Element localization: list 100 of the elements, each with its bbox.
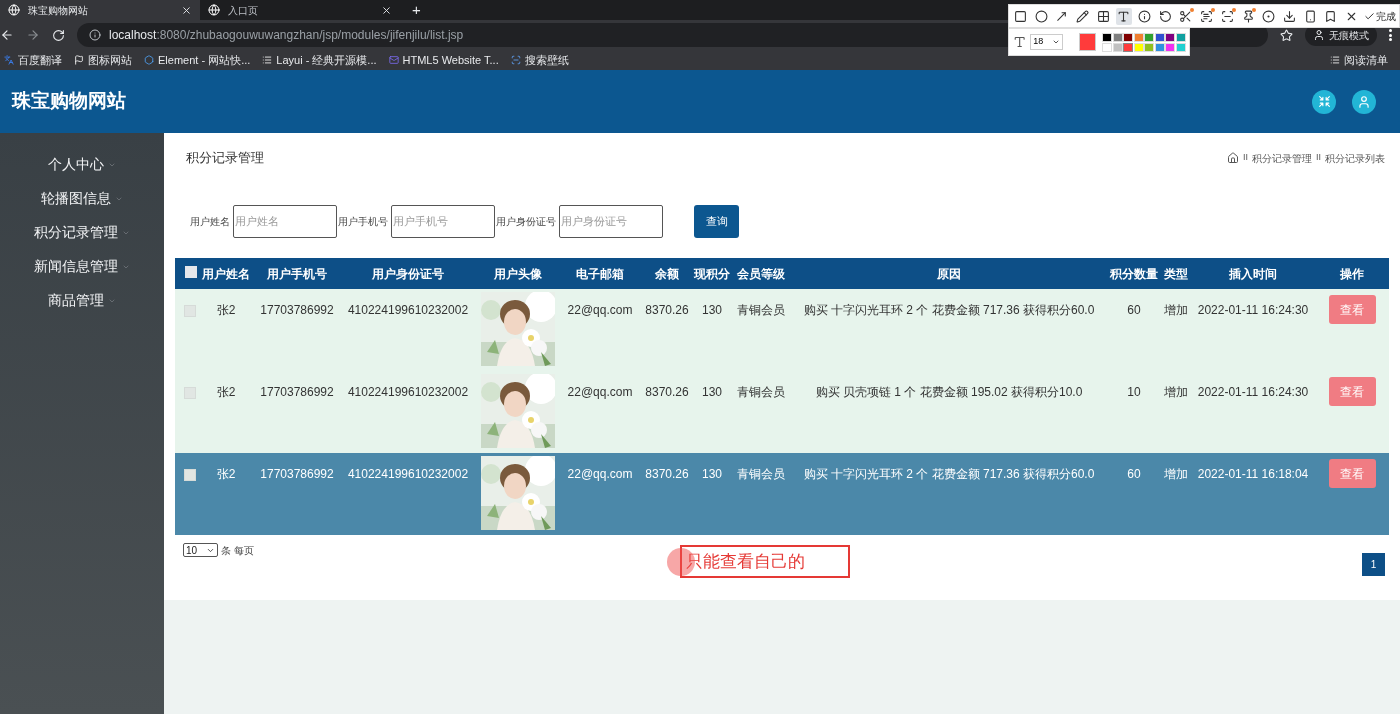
- breadcrumb-link[interactable]: 积分记录管理: [1252, 150, 1312, 166]
- table-cell: 130: [702, 467, 722, 481]
- list-icon: [262, 55, 273, 65]
- page-size-label: 条 每页: [221, 544, 254, 558]
- flag-icon: [74, 55, 84, 65]
- scissors-icon[interactable]: [1177, 7, 1195, 25]
- close-icon[interactable]: [181, 4, 192, 16]
- table-cell: 22@qq.com: [567, 467, 633, 481]
- search-field[interactable]: 用户手机号: [391, 204, 495, 238]
- column-header: 用户头像: [477, 258, 559, 289]
- hexagon-icon: [144, 55, 154, 65]
- table-row[interactable]: 张2 17703786992 410224199610232002 22@qq.com 8370.26 130 青铜会员 购买 贝壳项链 1 个 花费金额 195.02 获得积分10.0 10 增加 2022-01-11 16:24:30 查看: [175, 371, 1389, 453]
- table-cell: 2022-01-11 16:24:30: [1197, 385, 1309, 399]
- table-cell: 青铜会员: [737, 303, 785, 317]
- bookmark-link[interactable]: 图标网站: [88, 51, 132, 69]
- breadcrumb-link[interactable]: 积分记录列表: [1325, 150, 1385, 166]
- check-icon: [1363, 10, 1375, 22]
- globe-icon: [208, 4, 220, 16]
- column-header: 用户姓名: [197, 258, 255, 289]
- translate-icon: [4, 55, 14, 65]
- table-cell: 17703786992: [260, 467, 334, 481]
- table-cell: 10: [1127, 385, 1141, 399]
- table-cell: 410224199610232002: [347, 467, 469, 481]
- page-size-select[interactable]: 10: [183, 543, 218, 557]
- table-cell: 8370.26: [645, 467, 689, 481]
- circle-icon[interactable]: [1032, 7, 1050, 25]
- scan-icon[interactable]: [1219, 7, 1236, 25]
- page-button[interactable]: 1: [1362, 553, 1385, 576]
- tab-title: 入口页: [228, 3, 259, 18]
- table-cell: 60: [1127, 467, 1141, 481]
- list-icon: [1330, 55, 1340, 65]
- annotation-text: 只能查看自己的: [686, 550, 805, 573]
- table-cell: 17703786992: [260, 303, 334, 317]
- bookmark-link[interactable]: Layui - 经典开源模...: [276, 51, 377, 69]
- table-cell: 青铜会员: [737, 467, 785, 481]
- search-button[interactable]: 查询: [694, 204, 739, 238]
- bookmark-link[interactable]: HTML5 Website T...: [402, 51, 499, 69]
- table-row[interactable]: 张2 17703786992 410224199610232002 22@qq.com 8370.26 130 青铜会员 购买 十字闪光耳环 2 个 花费金额 717.36 获得积分60.0 60 增加 2022-01-11 16:18:04 查看: [175, 453, 1389, 535]
- column-header: 积分数量: [1107, 258, 1161, 289]
- pencil-icon[interactable]: [1074, 7, 1091, 25]
- close-icon[interactable]: [381, 4, 392, 16]
- expand-button[interactable]: [1312, 89, 1336, 114]
- color-swatch[interactable]: [1123, 42, 1134, 52]
- current-color-swatch[interactable]: [1078, 33, 1097, 51]
- forward-icon[interactable]: [26, 28, 40, 42]
- new-tab-button[interactable]: +: [400, 0, 433, 20]
- column-header: 余额: [641, 258, 693, 289]
- column-header: 插入时间: [1191, 258, 1315, 289]
- table-cell: 青铜会员: [737, 385, 785, 399]
- checkbox[interactable]: [184, 305, 196, 317]
- column-header: 用户手机号: [255, 258, 339, 289]
- field-label: 用户手机号: [338, 214, 388, 229]
- globe-icon: [8, 4, 20, 16]
- sidebar-item[interactable]: 轮播图信息: [0, 189, 164, 208]
- sidebar-item[interactable]: 商品管理: [0, 291, 164, 310]
- table-cell: 8370.26: [645, 385, 689, 399]
- star-icon[interactable]: [1280, 28, 1293, 42]
- sidebar-item[interactable]: 新闻信息管理: [0, 257, 164, 276]
- sidebar-item[interactable]: 个人中心: [0, 155, 164, 174]
- field-label: 用户姓名: [190, 214, 230, 229]
- back-icon[interactable]: [0, 28, 14, 42]
- column-header: 电子邮箱: [559, 258, 641, 289]
- info-icon: [89, 29, 101, 41]
- search-field[interactable]: 用户姓名: [233, 204, 337, 238]
- checkbox[interactable]: [184, 265, 197, 278]
- bookmark-link[interactable]: 百度翻译: [18, 51, 62, 69]
- column-header: 现积分: [693, 258, 731, 289]
- mail-icon: [388, 55, 399, 65]
- bookmark-link[interactable]: Element - 网站快...: [158, 51, 251, 69]
- table-row[interactable]: 张2 17703786992 410224199610232002 22@qq.com 8370.26 130 青铜会员 购买 十字闪光耳环 2 个 花费金额 717.36 获得积分60.0 60 增加 2022-01-11 16:24:30 查看: [175, 289, 1389, 371]
- checkbox[interactable]: [184, 387, 196, 399]
- column-header: 原因: [791, 258, 1107, 289]
- table-cell: 张2: [216, 385, 236, 399]
- user-icon: [1357, 94, 1371, 109]
- user-button[interactable]: [1352, 89, 1376, 114]
- reload-icon[interactable]: [52, 28, 65, 42]
- table-cell: 增加: [1164, 385, 1188, 399]
- done-button[interactable]: 完成: [1363, 8, 1396, 24]
- table-cell: 2022-01-11 16:18:04: [1197, 467, 1309, 481]
- tab-title: 珠宝购物网站: [28, 3, 89, 18]
- table-cell: 2022-01-11 16:24:30: [1197, 303, 1309, 317]
- table-cell: 17703786992: [260, 385, 334, 399]
- table-cell: 增加: [1164, 303, 1188, 317]
- info-icon[interactable]: [1136, 7, 1153, 25]
- record-icon[interactable]: [1260, 7, 1278, 25]
- home-icon[interactable]: [1226, 152, 1239, 164]
- breadcrumb-separator: II: [1316, 151, 1321, 165]
- reading-list-link[interactable]: 阅读清单: [1344, 51, 1388, 69]
- sidebar-item[interactable]: 积分记录管理: [0, 223, 164, 242]
- browser-tab[interactable]: 珠宝购物网站: [0, 0, 200, 20]
- column-header: 用户身份证号: [339, 258, 477, 289]
- font-size-select[interactable]: 18: [1030, 34, 1063, 50]
- table-cell: 410224199610232002: [347, 303, 469, 317]
- search-field[interactable]: 用户身份证号: [559, 204, 663, 238]
- bookmark-link[interactable]: 搜索壁纸: [524, 51, 569, 69]
- checkbox[interactable]: [184, 469, 196, 481]
- scan-text-icon[interactable]: [1198, 7, 1216, 25]
- menu-icon[interactable]: [1389, 29, 1392, 41]
- table-cell: 8370.26: [645, 303, 689, 317]
- table-cell: 130: [702, 385, 722, 399]
